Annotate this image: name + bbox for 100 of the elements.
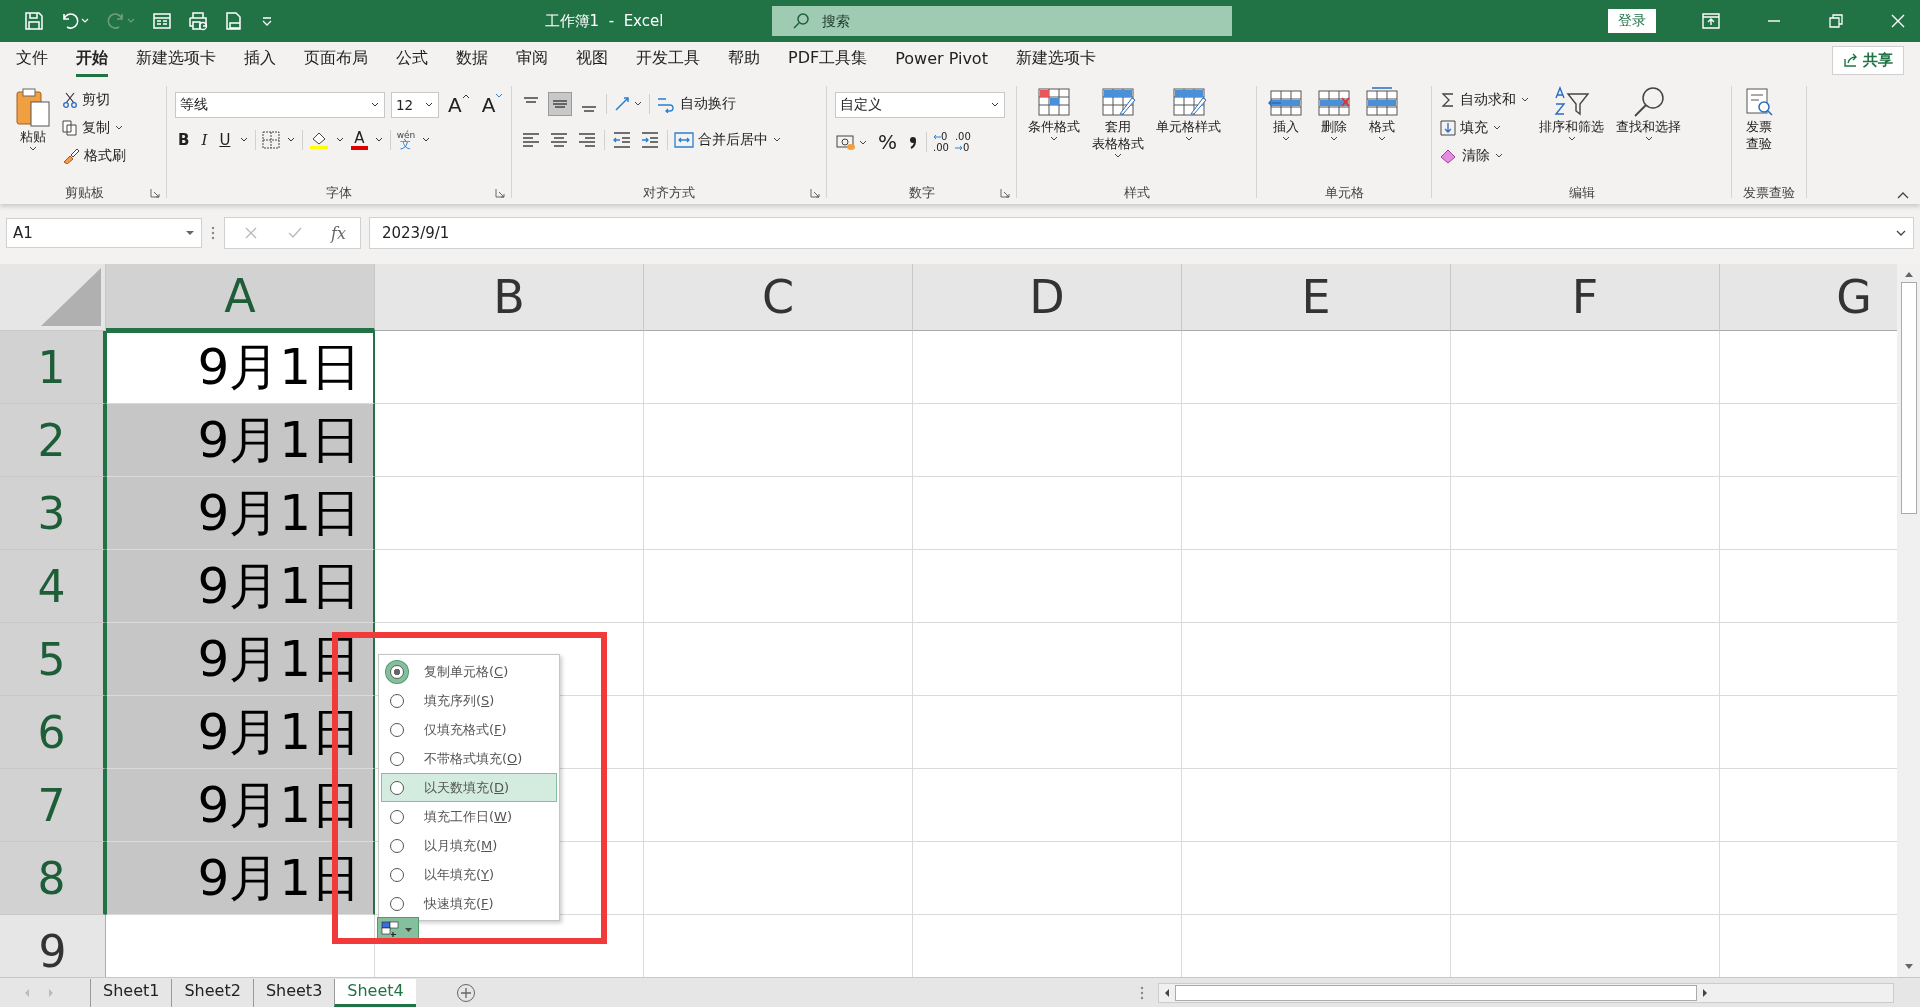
menu-item[interactable]: 填充序列(S) — [381, 686, 557, 715]
dialog-launcher-icon[interactable] — [1000, 188, 1010, 198]
insert-function-button[interactable]: fx — [331, 223, 346, 243]
scroll-up-icon[interactable] — [1903, 270, 1914, 278]
increase-font-button[interactable]: A — [445, 93, 473, 117]
fill-color-icon[interactable] — [309, 130, 330, 150]
ribbon-tab[interactable]: 新建选项卡 — [1015, 43, 1096, 77]
cut-button[interactable]: 剪切 — [62, 88, 126, 112]
menu-item[interactable]: 填充工作日(W) — [381, 802, 557, 831]
sheet-tab[interactable]: Sheet2 — [171, 978, 253, 1007]
ribbon-tab[interactable]: 公式 — [396, 43, 428, 77]
style-button[interactable]: 条件格式 — [1025, 82, 1083, 147]
menu-item[interactable]: 仅填充格式(F) — [381, 715, 557, 744]
ribbon-tab[interactable]: 插入 — [244, 43, 276, 77]
find-select-button[interactable]: 查找和选择 — [1613, 82, 1684, 147]
radio-button[interactable] — [390, 809, 404, 824]
menu-item[interactable]: 复制单元格(C) — [381, 657, 557, 686]
row-header[interactable]: 4 — [0, 550, 106, 623]
borders-icon[interactable] — [262, 131, 281, 149]
undo-icon[interactable] — [60, 11, 90, 31]
dialog-launcher-icon[interactable] — [810, 188, 820, 198]
menu-item[interactable]: 以天数填充(D) — [381, 773, 557, 802]
bold-button[interactable]: B — [175, 131, 193, 149]
wrap-text-button[interactable]: 自动换行 — [656, 92, 736, 116]
sheet-tab[interactable]: Sheet1 — [90, 978, 172, 1007]
percent-button[interactable]: % — [875, 130, 900, 154]
column-header[interactable]: C — [644, 264, 913, 331]
dialog-launcher-icon[interactable] — [150, 188, 160, 198]
scroll-left-icon[interactable] — [1163, 987, 1171, 998]
ribbon-tab[interactable]: Power Pivot — [895, 44, 988, 76]
ribbon-tab[interactable]: 审阅 — [516, 43, 548, 77]
increase-indent-icon[interactable] — [639, 129, 661, 151]
sheet-tab[interactable]: Sheet4 — [334, 978, 416, 1007]
formula-field[interactable]: 2023/9/1 — [368, 217, 1914, 249]
scroll-right-icon[interactable] — [1701, 987, 1709, 998]
style-button[interactable]: 套用 表格格式 — [1089, 82, 1147, 164]
row-header[interactable]: 6 — [0, 696, 106, 769]
radio-button[interactable] — [390, 867, 404, 882]
fill-button[interactable]: 填充 — [1440, 116, 1530, 140]
ribbon-tab[interactable]: 帮助 — [728, 43, 760, 77]
print-preview-icon[interactable] — [224, 11, 244, 31]
invoice-check-button[interactable]: 发票 查验 — [1740, 82, 1778, 156]
dialog-launcher-icon[interactable] — [495, 188, 505, 198]
cells-button[interactable]: 格式 — [1361, 82, 1403, 147]
search-field[interactable]: 搜索 — [772, 6, 1232, 36]
ribbon-display-icon[interactable] — [1702, 13, 1720, 29]
menu-item[interactable]: 不带格式填充(O) — [381, 744, 557, 773]
autosum-button[interactable]: 自动求和 — [1440, 88, 1530, 112]
number-format-dropdown[interactable]: 自定义 — [835, 92, 1005, 118]
drag-handle-icon[interactable] — [210, 225, 216, 241]
row-header[interactable]: 3 — [0, 477, 106, 550]
menu-item[interactable]: 快速填充(F) — [381, 889, 557, 918]
row-header[interactable]: 9 — [0, 915, 106, 977]
phonetic-button[interactable]: wén 文 — [396, 130, 416, 150]
radio-button[interactable] — [390, 751, 404, 766]
italic-button[interactable]: I — [198, 131, 211, 149]
cells-button[interactable]: 删除 — [1313, 82, 1355, 147]
ribbon-tab[interactable]: 开始 — [76, 43, 108, 77]
font-color-button[interactable]: A — [351, 130, 368, 150]
scrollbar-thumb[interactable] — [1175, 984, 1697, 1001]
row-header[interactable]: 8 — [0, 842, 106, 915]
decrease-font-button[interactable]: A — [478, 93, 507, 117]
ribbon-tab[interactable]: 新建选项卡 — [136, 43, 216, 77]
radio-button[interactable] — [390, 693, 404, 708]
sort-filter-button[interactable]: 排序和筛选 — [1536, 82, 1607, 147]
ribbon-tab[interactable]: PDF工具集 — [788, 43, 868, 77]
radio-button[interactable] — [390, 896, 404, 911]
restore-icon[interactable] — [1828, 13, 1844, 29]
row-header[interactable]: 5 — [0, 623, 106, 696]
caret-icon[interactable] — [421, 136, 432, 144]
radio-button[interactable] — [390, 838, 404, 853]
format-painter-button[interactable]: 格式刷 — [62, 144, 126, 168]
menu-item[interactable]: 以年填充(Y) — [381, 860, 557, 889]
paste-button[interactable]: 粘贴 — [10, 82, 56, 157]
column-header[interactable]: E — [1182, 264, 1451, 331]
autofill-options-button[interactable] — [377, 917, 419, 941]
ribbon-tab[interactable]: 页面布局 — [304, 43, 368, 77]
share-button[interactable]: 共享 — [1832, 45, 1904, 75]
underline-button[interactable]: U — [216, 131, 234, 149]
ribbon-tab[interactable]: 开发工具 — [636, 43, 700, 77]
close-icon[interactable] — [1890, 13, 1906, 29]
splitter-icon[interactable] — [1140, 985, 1144, 1000]
scroll-down-icon[interactable] — [1903, 963, 1914, 971]
copy-button[interactable]: 复制 — [62, 116, 126, 140]
caret-icon[interactable] — [373, 136, 384, 144]
name-box[interactable]: A1 — [6, 218, 202, 248]
save-icon[interactable] — [24, 11, 44, 31]
merge-center-button[interactable]: 合并后居中 — [674, 128, 782, 152]
collapse-ribbon-icon[interactable] — [1896, 190, 1910, 200]
form-icon[interactable] — [152, 11, 172, 31]
menu-item[interactable]: 以月填充(M) — [381, 831, 557, 860]
row-header[interactable]: 7 — [0, 769, 106, 842]
currency-icon[interactable] — [835, 132, 869, 152]
caret-icon[interactable] — [286, 136, 297, 144]
row-header[interactable]: 1 — [0, 331, 106, 404]
sign-in-button[interactable]: 登录 — [1608, 9, 1656, 33]
ribbon-tab[interactable]: 数据 — [456, 43, 488, 77]
font-size-dropdown[interactable]: 12 — [391, 92, 439, 118]
add-sheet-icon[interactable] — [455, 982, 476, 1003]
column-header[interactable]: A — [106, 264, 375, 331]
